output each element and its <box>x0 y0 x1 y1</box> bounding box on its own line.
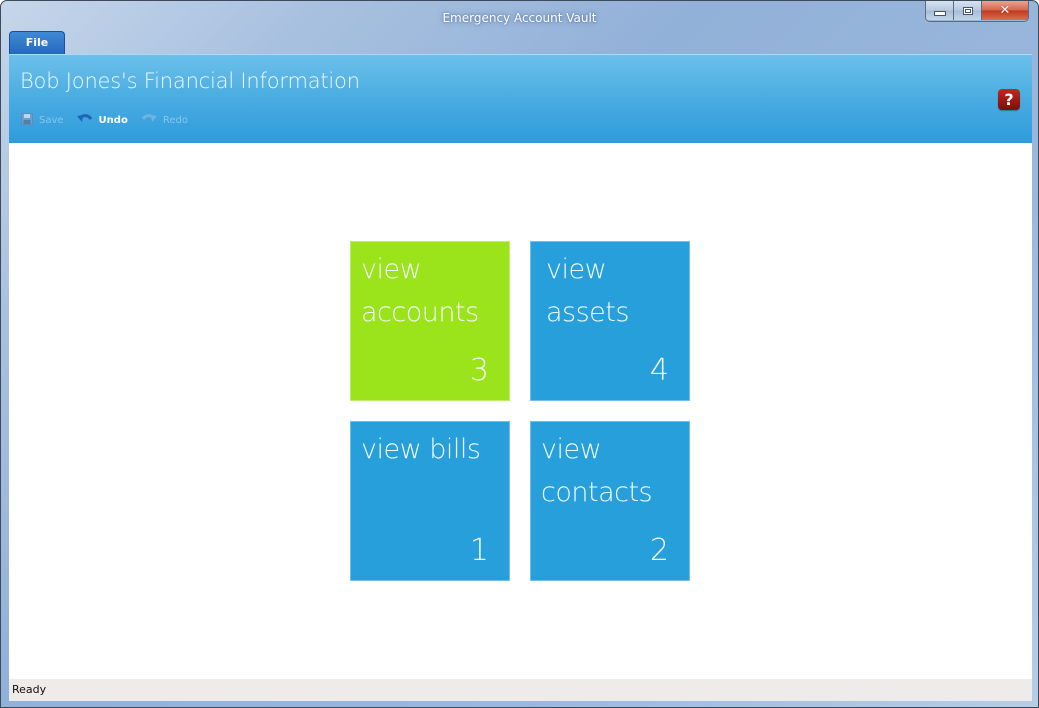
toolbar: Save Undo Redo <box>21 113 201 128</box>
tile-label: view assets <box>546 254 629 328</box>
redo-arrow-icon <box>141 113 157 128</box>
window-controls: ✕ <box>925 1 1029 22</box>
status-text: Ready <box>12 683 47 696</box>
view-bills-tile[interactable]: view bills 1 <box>350 421 510 581</box>
tile-label: view contacts <box>541 434 653 508</box>
tile-grid: view accounts 3 view assets 4 view bills 1… <box>350 241 691 582</box>
help-question-icon: ? <box>1004 90 1014 109</box>
redo-button[interactable]: Redo <box>141 113 188 128</box>
tile-count: 1 <box>469 533 489 568</box>
view-contacts-tile[interactable]: view contacts 2 <box>530 421 690 581</box>
header-banner: Bob Jones's Financial Information Save U… <box>9 54 1032 143</box>
app-window: Emergency Account Vault ✕ File Bob Jones… <box>0 0 1039 708</box>
close-button[interactable]: ✕ <box>982 1 1028 20</box>
redo-label: Redo <box>162 115 188 126</box>
minimize-icon <box>933 11 946 16</box>
view-accounts-tile[interactable]: view accounts 3 <box>350 241 510 401</box>
tile-count: 3 <box>469 353 489 388</box>
file-menu-tab[interactable]: File <box>9 31 65 54</box>
tile-count: 2 <box>649 533 669 568</box>
floppy-disk-icon <box>21 113 33 128</box>
undo-arrow-icon <box>76 113 93 128</box>
save-button[interactable]: Save <box>21 113 64 128</box>
status-bar: Ready <box>9 679 1032 701</box>
tile-label: view bills <box>361 434 481 465</box>
window-title: Emergency Account Vault <box>442 11 597 25</box>
client-area: Bob Jones's Financial Information Save U… <box>9 54 1032 701</box>
help-button[interactable]: ? <box>998 89 1020 110</box>
tile-count: 4 <box>649 353 669 388</box>
undo-button[interactable]: Undo <box>76 113 128 128</box>
view-assets-tile[interactable]: view assets 4 <box>530 241 690 401</box>
save-label: Save <box>39 115 64 126</box>
close-icon: ✕ <box>999 3 1011 18</box>
tile-label: view accounts <box>361 254 479 328</box>
minimize-button[interactable] <box>926 1 954 20</box>
maximize-button[interactable] <box>954 1 982 20</box>
page-title: Bob Jones's Financial Information <box>20 69 360 93</box>
maximize-icon <box>962 6 973 15</box>
undo-label: Undo <box>98 115 128 126</box>
